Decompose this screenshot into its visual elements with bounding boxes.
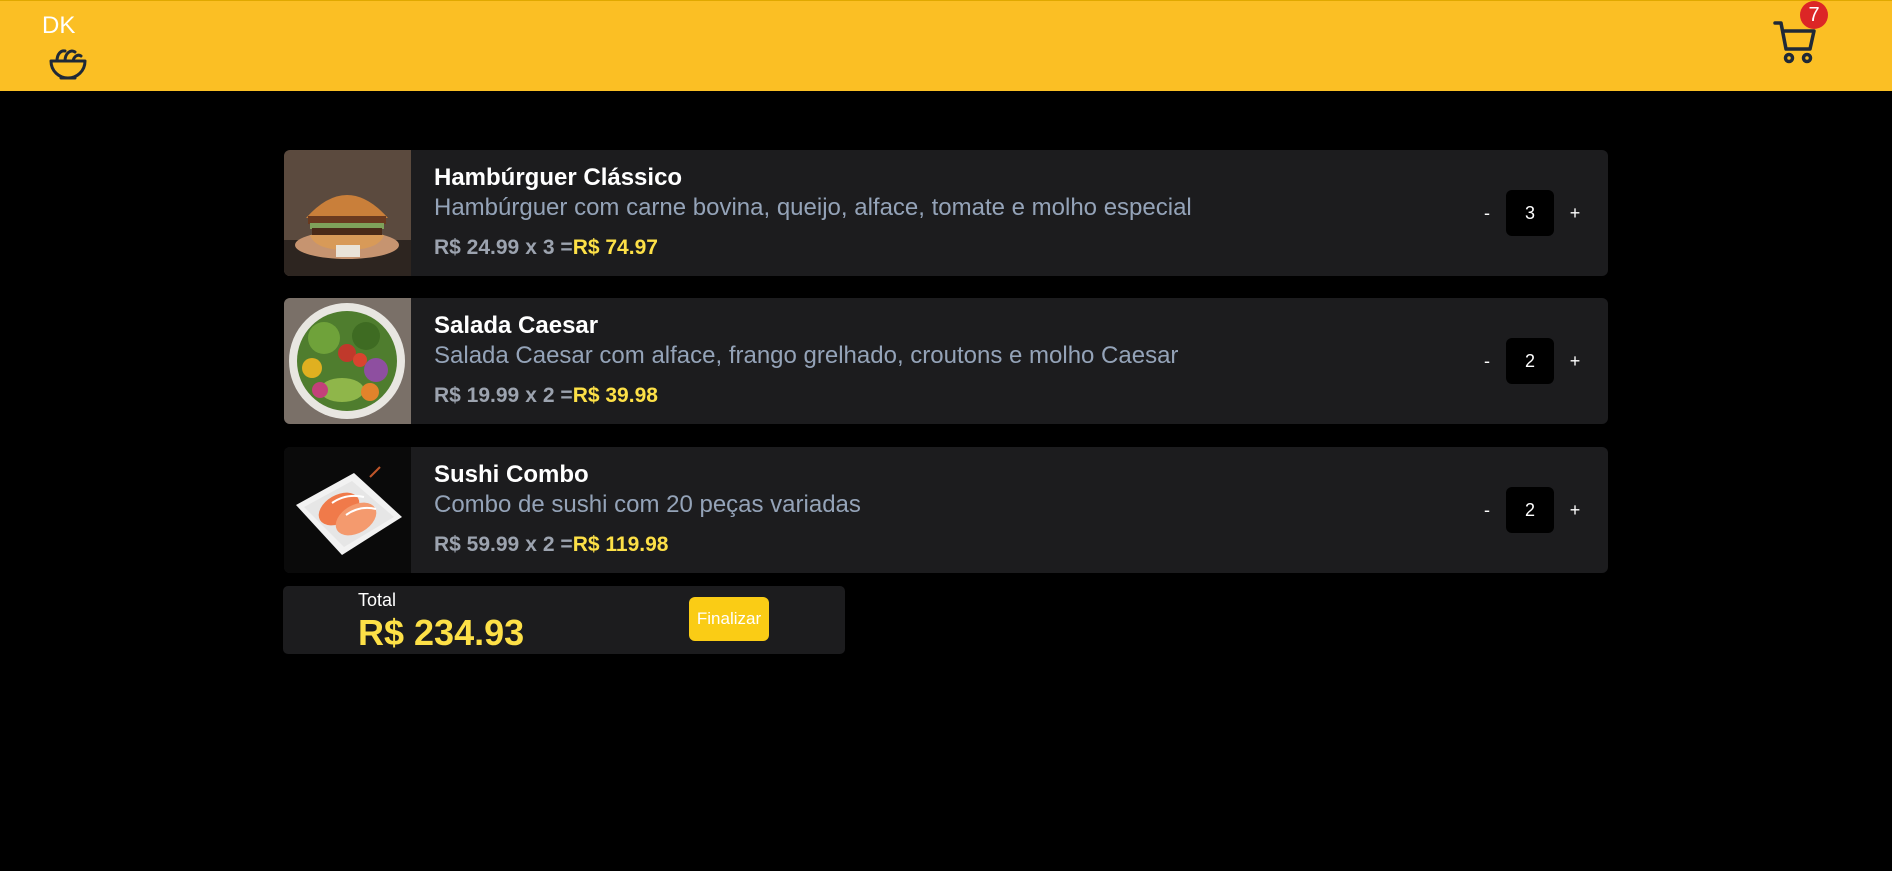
item-image-burger: [284, 150, 411, 276]
quantity-stepper: - 2 +: [1476, 487, 1586, 533]
quantity-stepper: - 3 +: [1476, 190, 1586, 236]
item-unit-price: R$ 24.99: [434, 236, 520, 259]
item-unit-price: R$ 59.99: [434, 533, 520, 556]
item-qty-text: 2 =: [542, 533, 573, 556]
item-price-calc: R$ 19.99 x 2 =R$ 39.98: [434, 384, 658, 408]
total-value: R$ 234.93: [358, 612, 525, 653]
item-unit-price: R$ 19.99: [434, 384, 520, 407]
times-sign: x: [525, 384, 537, 407]
item-qty-text: 2 =: [542, 384, 573, 407]
increase-quantity-button[interactable]: +: [1564, 495, 1586, 525]
increase-quantity-button[interactable]: +: [1564, 346, 1586, 376]
quantity-stepper: - 2 +: [1476, 338, 1586, 384]
cart-count-badge: 7: [1800, 1, 1828, 29]
logo[interactable]: DK: [42, 13, 102, 85]
quantity-value[interactable]: 2: [1506, 338, 1554, 384]
top-header: DK 7: [0, 0, 1892, 91]
increase-quantity-button[interactable]: +: [1564, 198, 1586, 228]
times-sign: x: [525, 533, 537, 556]
item-price-calc: R$ 24.99 x 3 =R$ 74.97: [434, 236, 658, 260]
decrease-quantity-button[interactable]: -: [1476, 346, 1498, 376]
food-bowl-icon: [49, 49, 87, 80]
item-subtotal: R$ 74.97: [572, 236, 658, 259]
quantity-value[interactable]: 3: [1506, 190, 1554, 236]
item-name: Hambúrguer Clássico: [434, 164, 683, 191]
item-name: Salada Caesar: [434, 312, 599, 339]
item-name: Sushi Combo: [434, 461, 589, 488]
item-description: Combo de sushi com 20 peças variadas: [434, 491, 861, 518]
item-subtotal: R$ 39.98: [572, 384, 658, 407]
cart-item: Salada Caesar Salada Caesar com alface, …: [284, 298, 1608, 424]
item-image-sushi: [284, 447, 411, 573]
times-sign: x: [525, 236, 537, 259]
item-description: Salada Caesar com alface, frango grelhad…: [434, 342, 1179, 369]
cart-item: Hambúrguer Clássico Hambúrguer com carne…: [284, 150, 1608, 276]
item-subtotal: R$ 119.98: [572, 533, 669, 556]
item-image-salad: [284, 298, 411, 424]
decrease-quantity-button[interactable]: -: [1476, 495, 1498, 525]
item-price-calc: R$ 59.99 x 2 =R$ 119.98: [434, 533, 668, 557]
cart-item: Sushi Combo Combo de sushi com 20 peças …: [284, 447, 1608, 573]
quantity-value[interactable]: 2: [1506, 487, 1554, 533]
total-label: Total: [358, 590, 397, 610]
item-description: Hambúrguer com carne bovina, queijo, alf…: [434, 194, 1192, 221]
finalize-button[interactable]: Finalizar: [689, 597, 769, 641]
decrease-quantity-button[interactable]: -: [1476, 198, 1498, 228]
logo-text: DK: [42, 12, 76, 39]
order-summary: Total R$ 234.93 Finalizar: [283, 586, 845, 654]
item-qty-text: 3 =: [542, 236, 573, 259]
